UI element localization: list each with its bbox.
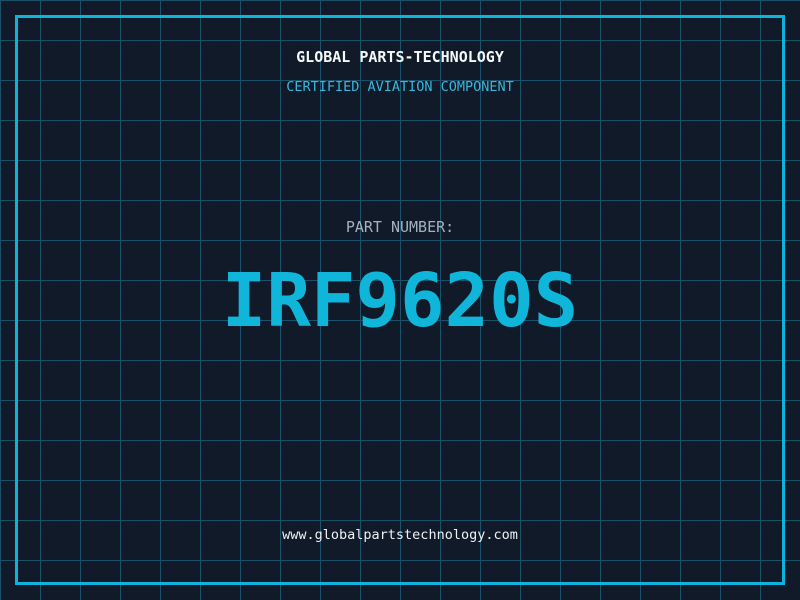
certification-tagline: CERTIFIED AVIATION COMPONENT [0,80,800,94]
part-number-value: IRF9620S [0,264,800,338]
company-name: GLOBAL PARTS-TECHNOLOGY [0,50,800,65]
website-url: www.globalpartstechnology.com [0,528,800,542]
part-label-card: GLOBAL PARTS-TECHNOLOGY CERTIFIED AVIATI… [0,0,800,600]
part-number-label: PART NUMBER: [0,220,800,235]
